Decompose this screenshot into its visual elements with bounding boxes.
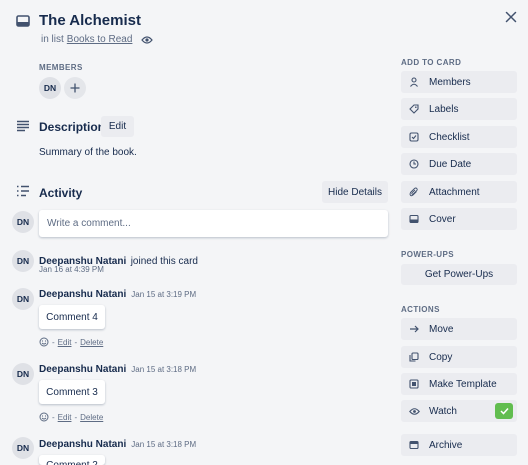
button-label: Attachment xyxy=(429,186,480,198)
in-list-prefix: in list xyxy=(41,34,64,45)
comment-delete-link[interactable]: Delete xyxy=(80,413,103,422)
button-label: Due Date xyxy=(429,158,472,170)
sidebar-copy-button[interactable]: Copy xyxy=(401,346,517,368)
cover-icon xyxy=(408,214,420,224)
sidebar-due-date-button[interactable]: Due Date xyxy=(401,153,517,175)
actions-label: ACTIONS xyxy=(401,305,440,314)
button-label: Archive xyxy=(429,439,463,451)
list-link[interactable]: Books to Read xyxy=(67,34,133,45)
comment-header: Deepanshu Natani Jan 15 at 3:18 PM xyxy=(39,439,196,450)
get-power-ups-button[interactable]: Get Power-Ups xyxy=(401,264,517,285)
template-icon xyxy=(408,379,420,389)
activity-avatar[interactable]: DN xyxy=(12,437,34,459)
hide-details-button[interactable]: Hide Details xyxy=(322,181,388,203)
card-icon xyxy=(16,15,30,27)
button-label: Cover xyxy=(429,213,456,225)
eye-icon xyxy=(408,407,420,416)
activity-icon xyxy=(16,185,30,197)
comment-author[interactable]: Deepanshu Natani xyxy=(39,439,126,450)
comment-bubble[interactable]: Comment 3 xyxy=(39,380,105,404)
close-icon[interactable] xyxy=(505,11,517,23)
clock-icon xyxy=(408,159,420,169)
member-avatar[interactable]: DN xyxy=(39,77,61,99)
activity-avatar[interactable]: DN xyxy=(12,250,34,272)
activity-avatar[interactable]: DN xyxy=(12,288,34,310)
comment-time[interactable]: Jan 15 at 3:18 PM xyxy=(131,440,196,449)
sidebar-make-template-button[interactable]: Make Template xyxy=(401,373,517,395)
eye-icon[interactable] xyxy=(141,35,154,45)
sidebar-attachment-button[interactable]: Attachment xyxy=(401,181,517,203)
button-label: Members xyxy=(429,76,471,88)
archive-icon xyxy=(408,440,420,450)
activity-time[interactable]: Jan 16 at 4:39 PM xyxy=(39,265,104,274)
sidebar-cover-button[interactable]: Cover xyxy=(401,208,517,230)
plus-icon xyxy=(70,83,80,93)
current-user-avatar: DN xyxy=(12,211,34,233)
activity-heading: Activity xyxy=(39,186,83,200)
person-icon xyxy=(408,77,420,87)
card-title[interactable]: The Alchemist xyxy=(39,12,141,29)
add-reaction-icon[interactable] xyxy=(39,337,49,347)
separator: - xyxy=(52,412,55,422)
members-label: MEMBERS xyxy=(39,63,83,72)
separator: - xyxy=(74,412,78,422)
copy-icon xyxy=(408,352,420,362)
comment-author[interactable]: Deepanshu Natani xyxy=(39,364,126,375)
card-list-info: in list Books to Read xyxy=(41,34,154,45)
comment-input[interactable]: Write a comment... xyxy=(39,210,388,237)
add-member-button[interactable] xyxy=(64,77,86,99)
comment-actions: - Edit - Delete xyxy=(39,337,103,347)
comment-edit-link[interactable]: Edit xyxy=(58,338,72,347)
add-to-card-label: ADD TO CARD xyxy=(401,58,462,67)
button-label: Watch xyxy=(429,405,457,417)
comment-bubble[interactable]: Comment 4 xyxy=(39,305,105,329)
paperclip-icon xyxy=(408,187,420,197)
button-label: Move xyxy=(429,323,454,335)
comment-header: Deepanshu Natani Jan 15 at 3:18 PM xyxy=(39,364,196,375)
sidebar-members-button[interactable]: Members xyxy=(401,71,517,93)
add-reaction-icon[interactable] xyxy=(39,412,49,422)
comment-time[interactable]: Jan 15 at 3:19 PM xyxy=(131,290,196,299)
separator: - xyxy=(52,337,55,347)
activity-avatar[interactable]: DN xyxy=(12,363,34,385)
description-edit-button[interactable]: Edit xyxy=(101,116,134,137)
sidebar-checklist-button[interactable]: Checklist xyxy=(401,126,517,148)
sidebar-labels-button[interactable]: Labels xyxy=(401,98,517,120)
activity-text: joined this card xyxy=(130,256,198,267)
sidebar-watch-button[interactable]: Watch xyxy=(401,400,517,422)
separator: - xyxy=(74,337,78,347)
sidebar-move-button[interactable]: Move xyxy=(401,318,517,340)
comment-header: Deepanshu Natani Jan 15 at 3:19 PM xyxy=(39,289,196,300)
description-icon xyxy=(16,120,30,132)
comment-actions: - Edit - Delete xyxy=(39,412,103,422)
sidebar-archive-button[interactable]: Archive xyxy=(401,434,517,456)
button-label: Checklist xyxy=(429,131,470,143)
button-label: Make Template xyxy=(429,378,497,390)
comment-time[interactable]: Jan 15 at 3:18 PM xyxy=(131,365,196,374)
button-label: Copy xyxy=(429,351,453,363)
comment-author[interactable]: Deepanshu Natani xyxy=(39,289,126,300)
tag-icon xyxy=(408,104,420,114)
checklist-icon xyxy=(408,132,420,142)
watch-check-icon xyxy=(495,403,513,419)
comment-edit-link[interactable]: Edit xyxy=(58,413,72,422)
description-heading: Description xyxy=(39,120,106,134)
arrow-right-icon xyxy=(408,324,420,334)
description-text[interactable]: Summary of the book. xyxy=(39,147,137,158)
comment-delete-link[interactable]: Delete xyxy=(80,338,103,347)
power-ups-label: POWER-UPS xyxy=(401,250,454,259)
button-label: Labels xyxy=(429,103,459,115)
comment-bubble[interactable]: Comment 2 xyxy=(39,455,105,465)
